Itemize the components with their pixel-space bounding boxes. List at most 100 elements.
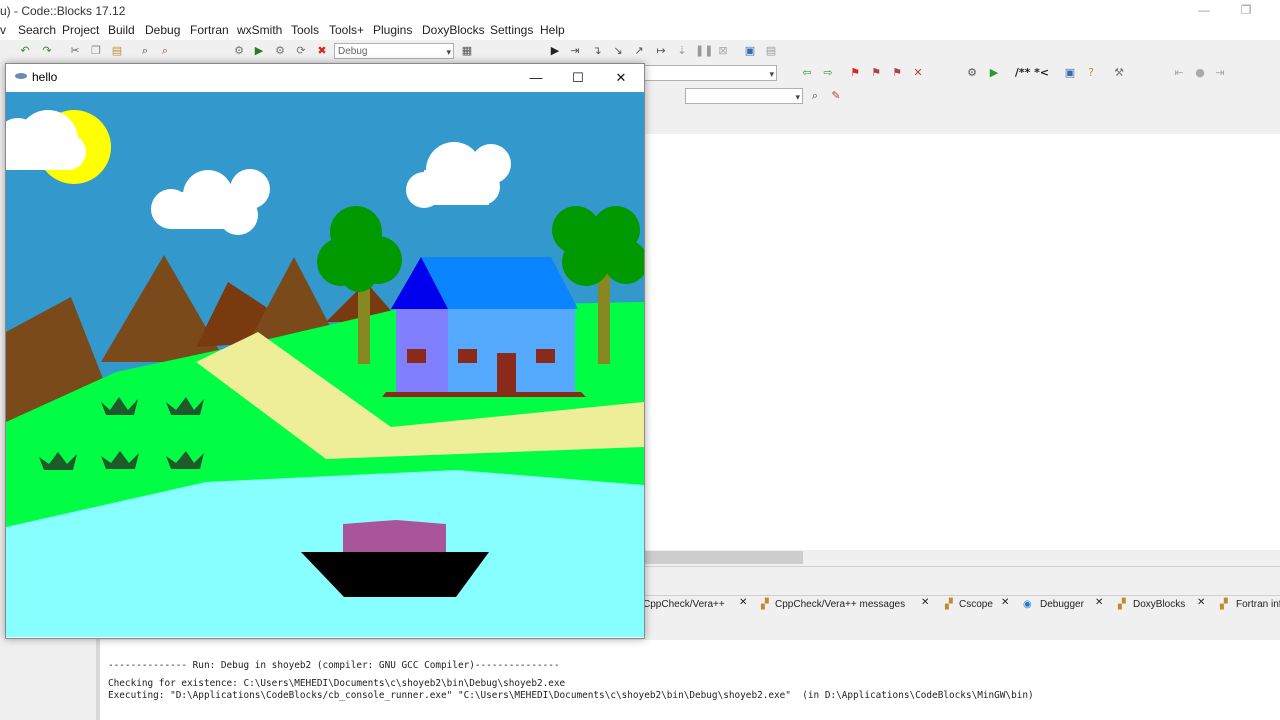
menu-doxyblocks[interactable]: DoxyBlocks xyxy=(422,23,485,37)
bookmark-prev-icon[interactable]: ⚑ xyxy=(869,66,883,80)
copy-icon[interactable]: ❐ xyxy=(89,44,103,58)
tab-fortran-info[interactable]: Fortran inf xyxy=(1236,599,1280,610)
debug-info-icon[interactable]: ▤ xyxy=(764,44,778,58)
paste-icon[interactable]: ▤ xyxy=(110,44,124,58)
rebuild-icon[interactable]: ⟳ xyxy=(294,44,308,58)
close-icon[interactable]: ✕ xyxy=(921,597,929,608)
restore-icon[interactable]: ❐ xyxy=(1236,2,1256,18)
menu-search[interactable]: Search xyxy=(18,23,56,37)
build-gear-icon[interactable]: ⚙ xyxy=(232,44,246,58)
step-into-icon[interactable]: ↘ xyxy=(611,44,625,58)
menu-tools-plus[interactable]: Tools+ xyxy=(329,23,364,37)
file-icon: ▞ xyxy=(1118,599,1126,610)
close-icon[interactable]: ✕ xyxy=(1197,597,1205,608)
redo-icon[interactable]: ↷ xyxy=(40,44,54,58)
abort-icon[interactable]: ✖ xyxy=(315,44,329,58)
chevron-down-icon: ▾ xyxy=(795,92,800,102)
log-line: Executing: "D:\Applications\CodeBlocks/c… xyxy=(108,690,1034,701)
stop-debug-icon[interactable]: ⊠ xyxy=(716,44,730,58)
debug-windows-icon[interactable]: ▣ xyxy=(743,44,757,58)
incremental-search-select[interactable]: ▾ xyxy=(685,88,803,104)
build-run-icon[interactable]: ⚙ xyxy=(273,44,287,58)
menu-project[interactable]: Project xyxy=(62,23,99,37)
run-icon[interactable]: ▶ xyxy=(252,44,266,58)
doxy-run-icon[interactable]: ▶ xyxy=(987,66,1001,80)
chevron-down-icon: ▾ xyxy=(769,69,774,79)
minimize-icon[interactable]: — xyxy=(524,69,548,87)
menu-build[interactable]: Build xyxy=(108,23,135,37)
jump-forward-icon[interactable]: ⇨ xyxy=(821,66,835,80)
search-options-icon[interactable]: ✎ xyxy=(829,89,843,103)
pause-icon[interactable]: ❚❚ xyxy=(695,44,713,58)
search-icon[interactable]: ⌕ xyxy=(808,89,822,103)
tab-debugger[interactable]: Debugger xyxy=(1040,599,1084,610)
app-icon xyxy=(15,73,27,79)
tab-doxyblocks[interactable]: DoxyBlocks xyxy=(1133,599,1185,610)
doxy-extract-icon[interactable]: ⚙ xyxy=(965,66,979,80)
replace-icon[interactable]: ⌕ xyxy=(158,44,172,58)
close-icon[interactable]: ✕ xyxy=(739,597,747,608)
chevron-down-icon: ▾ xyxy=(446,47,451,57)
tab-label: Fortran inf xyxy=(1236,599,1280,610)
debugger-icon: ◉ xyxy=(1023,599,1032,610)
menu-plugins[interactable]: Plugins xyxy=(373,23,412,37)
tab-label: DoxyBlocks xyxy=(1133,599,1186,610)
target-settings-icon[interactable]: ▦ xyxy=(460,44,474,58)
editor-area[interactable] xyxy=(643,134,1280,550)
menu-fortran[interactable]: Fortran xyxy=(190,23,229,37)
log-line: -------------- Run: Debug in shoyeb2 (co… xyxy=(108,660,560,671)
tab-cppcheck[interactable]: CppCheck/Vera++ xyxy=(643,599,725,610)
minimize-icon[interactable]: — xyxy=(1194,2,1214,18)
tab-cscope[interactable]: Cscope xyxy=(959,599,993,610)
menu-wxsmith[interactable]: wxSmith xyxy=(237,23,282,37)
step-instruction-icon[interactable]: ⇣ xyxy=(675,44,689,58)
build-target-select[interactable]: Debug ▾ xyxy=(334,43,454,59)
undo-icon[interactable]: ↶ xyxy=(18,44,32,58)
main-toolbar: ↶ ↷ ✂ ❐ ▤ ⌕ ⌕ ⚙ ▶ ⚙ ⟳ ✖ Debug ▾ ▦ ▶ ⇥ ↴ … xyxy=(0,40,1280,63)
cut-icon[interactable]: ✂ xyxy=(68,44,82,58)
window-title: hello xyxy=(32,70,58,84)
tab-label: Debugger xyxy=(1040,599,1084,610)
doxy-chm-icon[interactable]: ? xyxy=(1084,66,1098,80)
tab-label: Cscope xyxy=(959,599,993,610)
menu-bar: v Search Project Build Debug Fortran wxS… xyxy=(0,20,1280,40)
last-icon[interactable]: ⇥ xyxy=(1213,66,1227,80)
close-icon[interactable]: ✕ xyxy=(609,69,633,87)
close-icon[interactable]: ✕ xyxy=(1095,597,1103,608)
logs-tab-bar: CppCheck/Vera++ ✕ ▞ CppCheck/Vera++ mess… xyxy=(643,596,1280,616)
hello-title-bar[interactable]: hello — ☐ ✕ xyxy=(6,64,644,92)
maximize-icon[interactable]: ☐ xyxy=(566,69,590,87)
tab-cppcheck-messages[interactable]: CppCheck/Vera++ messages xyxy=(775,599,905,610)
menu-help[interactable]: Help xyxy=(540,23,565,37)
menu-settings[interactable]: Settings xyxy=(490,23,533,37)
menu-view-stub[interactable]: v xyxy=(0,23,6,37)
run-to-cursor-icon[interactable]: ⇥ xyxy=(568,44,582,58)
close-icon[interactable]: ✕ xyxy=(1001,597,1009,608)
doxy-html-icon[interactable]: ▣ xyxy=(1063,66,1077,80)
jump-back-icon[interactable]: ⇦ xyxy=(800,66,814,80)
doxy-config-icon[interactable]: ⚒ xyxy=(1112,66,1126,80)
next-line-icon[interactable]: ↴ xyxy=(590,44,604,58)
bookmark-next-icon[interactable]: ⚑ xyxy=(890,66,904,80)
doxy-comment-icon[interactable]: /** *< xyxy=(1012,66,1052,80)
debug-start-icon[interactable]: ▶ xyxy=(548,44,562,58)
menu-debug[interactable]: Debug xyxy=(145,23,180,37)
app-title: u) - Code::Blocks 17.12 xyxy=(0,4,126,18)
file-icon: ▞ xyxy=(1220,599,1228,610)
app-title-bar: u) - Code::Blocks 17.12 — ❐ xyxy=(0,0,1280,20)
bookmark-clear-icon[interactable]: ✕ xyxy=(911,66,925,80)
menu-tools[interactable]: Tools xyxy=(291,23,319,37)
file-icon: ▞ xyxy=(945,599,953,610)
scrollbar-thumb[interactable] xyxy=(643,551,803,564)
step-out-icon[interactable]: ↗ xyxy=(632,44,646,58)
find-icon[interactable]: ⌕ xyxy=(138,44,152,58)
dot-icon[interactable]: ● xyxy=(1193,66,1207,80)
bookmark-toggle-icon[interactable]: ⚑ xyxy=(848,66,862,80)
build-target-value: Debug xyxy=(338,46,368,57)
tab-label: CppCheck/Vera++ messages xyxy=(775,599,906,610)
next-instruction-icon[interactable]: ↦ xyxy=(654,44,668,58)
scope-select[interactable]: ▾ xyxy=(643,65,777,81)
first-icon[interactable]: ⇤ xyxy=(1172,66,1186,80)
tab-label: CppCheck/Vera++ xyxy=(643,599,725,610)
panel-splitter[interactable] xyxy=(643,566,1280,596)
